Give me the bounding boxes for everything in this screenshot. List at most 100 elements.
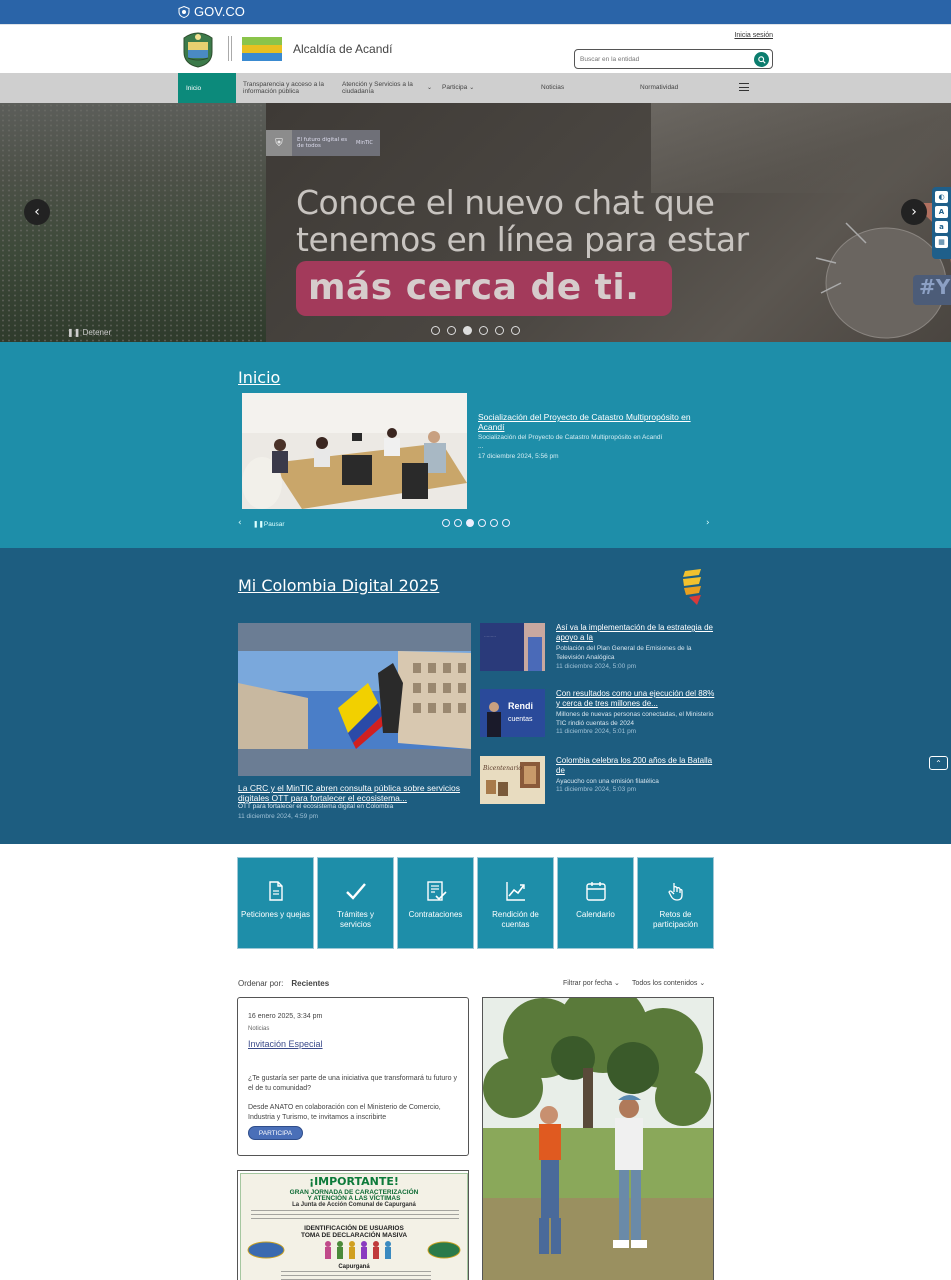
govco-logo[interactable]: GOV.CO (178, 4, 245, 19)
poster-card[interactable]: ¡IMPORTANTE! GRAN JORNADA DE CARACTERIZA… (237, 1170, 469, 1280)
mcd-side-thumb[interactable]: ……… (480, 623, 545, 671)
hero-dot[interactable] (479, 326, 488, 335)
order-value-button[interactable]: Recientes (291, 979, 329, 988)
pause-icon: ❚❚ (67, 328, 81, 337)
contrast-icon[interactable]: ◐ (935, 191, 948, 203)
poster-line: Capurganá (338, 1264, 370, 1270)
inicio-dot[interactable] (442, 519, 450, 527)
tile-calendario[interactable]: Calendario (557, 857, 634, 949)
badge-text: El futuro digital es de todos (297, 136, 348, 149)
relief-icon[interactable]: ▦ (935, 236, 948, 248)
mcd-side-item[interactable]: Rendi cuentas Con resultados como una eje… (480, 689, 715, 739)
hero-dot[interactable] (511, 326, 520, 335)
hero-pagination (431, 326, 520, 335)
poster-body-text (251, 1210, 459, 1222)
site-name[interactable]: Alcaldía de Acandí (293, 42, 392, 56)
mintic-badge: ⛨ El futuro digital es de todos MinTIC (266, 130, 380, 156)
nav-item-inicio[interactable]: Inicio (178, 73, 236, 103)
tile-contrataciones[interactable]: Contrataciones (397, 857, 474, 949)
mcd-side-title[interactable]: Colombia celebra los 200 años de la Bata… (556, 756, 716, 776)
nav-item-participa[interactable]: Participa ⌄ (442, 73, 487, 103)
hero-dot-active[interactable] (463, 326, 472, 335)
check-icon (345, 883, 366, 900)
nav-item-label: Atención y Servicios a la ciudadanía (342, 80, 413, 95)
poster-image: ¡IMPORTANTE! GRAN JORNADA DE CARACTERIZA… (240, 1173, 468, 1280)
hero-dot[interactable] (431, 326, 440, 335)
chevron-down-icon: ⌄ (426, 84, 432, 91)
mcd-side-title[interactable]: Así va la implementación de la estrategi… (556, 623, 716, 643)
search-input[interactable] (580, 53, 750, 65)
tile-tramites[interactable]: Trámites y servicios (317, 857, 394, 949)
tile-label: Trámites y servicios (336, 910, 375, 929)
card-paragraph: ¿Te gustaría ser parte de una iniciativa… (248, 1075, 457, 1092)
news-photo-meeting[interactable] (242, 393, 467, 509)
photo-field-officials (483, 998, 713, 1280)
mcd-side-thumb[interactable]: Bicentenario (480, 756, 545, 804)
scroll-top-button[interactable]: ⌃ (929, 756, 948, 770)
hero-dot[interactable] (447, 326, 456, 335)
chevron-down-icon: ⌄ (613, 980, 620, 987)
hero-stop-button[interactable]: ❚❚ Detener (67, 328, 111, 337)
nav-item-noticias[interactable]: Noticias (541, 73, 581, 103)
date-filter-dropdown[interactable]: Filtrar por fecha ⌄ (563, 979, 620, 987)
hero-highlight-pill: más cerca de ti. (296, 261, 672, 316)
hero-next-button[interactable]: › (901, 199, 927, 225)
inicio-next-button[interactable]: › (706, 518, 710, 528)
accessibility-toolbar: ◐ A a ▦ (932, 187, 951, 259)
inicio-section: Inicio Socialización del Proyecto de Cat… (0, 342, 951, 548)
inicio-news-date: 17 diciembre 2024, 5:56 pm (478, 453, 559, 460)
municipal-crest-icon[interactable] (178, 28, 218, 68)
photo-card[interactable] (482, 997, 714, 1280)
hero-highlight-text: más cerca de ti. (308, 267, 640, 308)
tile-peticiones[interactable]: Peticiones y quejas (237, 857, 314, 949)
nav-item-label: Normatividad (640, 84, 679, 92)
mcd-main-image[interactable] (238, 623, 471, 776)
chart-icon (505, 882, 525, 901)
login-link[interactable]: Inicia sesión (734, 32, 773, 39)
nav-item-label: Noticias (541, 84, 565, 92)
mcd-side-item[interactable]: ……… Así va la implementación de la estra… (480, 623, 715, 673)
hero-stop-label: Detener (82, 328, 112, 337)
content-filter-dropdown[interactable]: Todos los contenidos ⌄ (632, 979, 705, 987)
inicio-dot[interactable] (502, 519, 510, 527)
mcd-main-title[interactable]: La CRC y el MinTIC abren consulta públic… (238, 783, 472, 803)
mcd-side-thumb[interactable]: Rendi cuentas (480, 689, 545, 737)
participa-button[interactable]: PARTICIPA (248, 1126, 303, 1140)
mcd-heading[interactable]: Mi Colombia Digital 2025 (238, 576, 439, 595)
municipal-flag (242, 37, 282, 61)
hero-prev-button[interactable]: ‹ (24, 199, 50, 225)
search-icon (757, 55, 766, 64)
inicio-dot[interactable] (454, 519, 462, 527)
inicio-pagination (442, 519, 510, 527)
tile-rendicion[interactable]: Rendición de cuentas (477, 857, 554, 949)
inicio-news-title[interactable]: Socialización del Proyecto de Catastro M… (478, 412, 708, 432)
tile-retos[interactable]: Retos de participación (637, 857, 714, 949)
nav-item-normatividad[interactable]: Normatividad (640, 73, 700, 103)
inicio-dot-active[interactable] (466, 519, 474, 527)
font-decrease-icon[interactable]: a (935, 221, 948, 233)
badge-brand: MinTIC (356, 140, 373, 146)
mcd-side-title[interactable]: Con resultados como una ejecución del 88… (556, 689, 716, 709)
tile-label: Contrataciones (408, 910, 463, 919)
font-increase-icon[interactable]: A (935, 206, 948, 218)
card-title[interactable]: Invitación Especial (248, 1039, 323, 1049)
inicio-prev-button[interactable]: ‹ (238, 518, 242, 528)
inicio-heading[interactable]: Inicio (238, 368, 280, 387)
nav-item-transparencia[interactable]: Transparencia y acceso a la información … (243, 73, 333, 103)
mi-colombia-digital-section: Mi Colombia Digital 2025 La CRC y el Min… (0, 548, 951, 844)
search-button[interactable] (754, 52, 769, 67)
mcd-side-item[interactable]: Bicentenario Colombia celebra los 200 añ… (480, 756, 715, 806)
govco-bar: GOV.CO (0, 0, 951, 24)
mcd-side-summary: Millones de nuevas personas conectadas, … (556, 711, 714, 727)
inicio-pause-button[interactable]: ❚❚Pausar (253, 520, 285, 528)
govco-logo-text: GOV.CO (194, 4, 245, 19)
hero-dot[interactable] (495, 326, 504, 335)
card-paragraph: Desde ANATO en colaboración con el Minis… (248, 1104, 441, 1121)
inicio-dot[interactable] (478, 519, 486, 527)
content-filter-label: Todos los contenidos (632, 980, 698, 987)
inicio-dot[interactable] (490, 519, 498, 527)
nav-item-atencion[interactable]: Atención y Servicios a la ciudadanía ⌄ (342, 73, 432, 103)
mcd-side-date: 11 diciembre 2024, 5:03 pm (556, 786, 637, 793)
chevron-up-icon: ⌃ (935, 758, 942, 768)
menu-icon[interactable] (739, 83, 749, 94)
